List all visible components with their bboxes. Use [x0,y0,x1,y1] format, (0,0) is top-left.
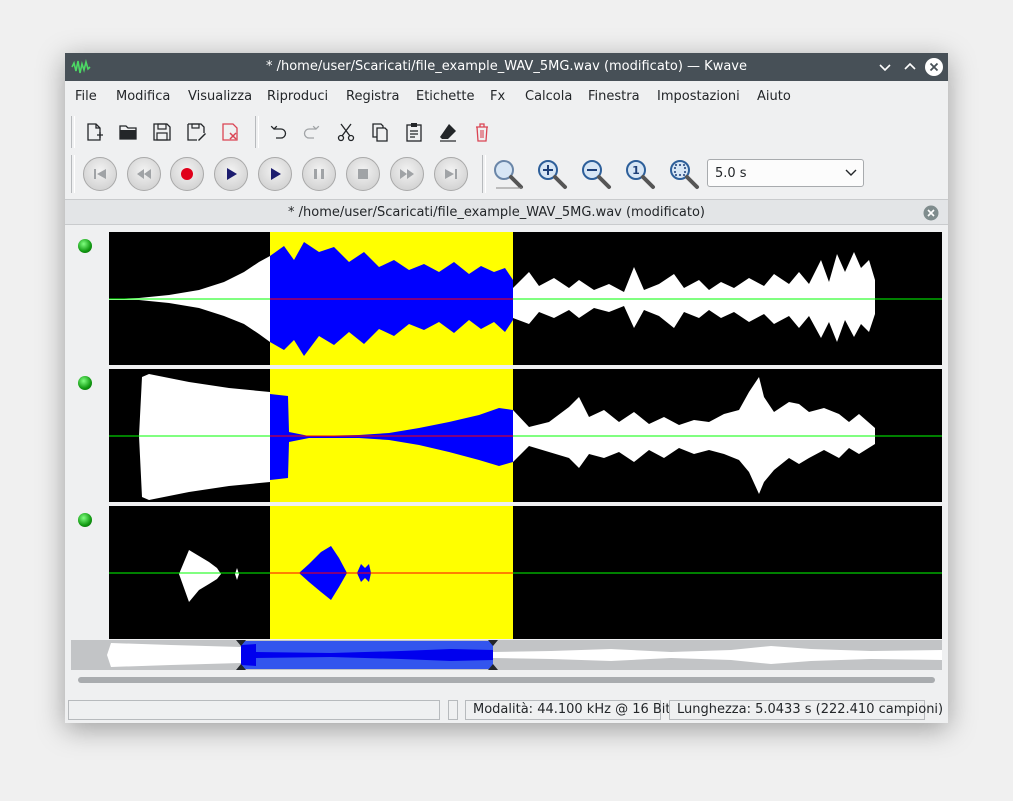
maximize-icon[interactable] [900,57,920,77]
kwave-window: * /home/user/Scaricati/file_example_WAV_… [65,53,948,723]
status-mode: Modalità: 44.100 kHz @ 16 Bit [465,700,671,720]
menu-modifica[interactable]: Modifica [116,89,170,104]
stop-icon [358,169,368,179]
zoom-select[interactable]: 5.0 s [707,159,864,187]
menu-finestra[interactable]: Finestra [588,89,640,104]
menu-registra[interactable]: Registra [346,89,400,104]
status-bar: Modalità: 44.100 kHz @ 16 Bit Lunghezza:… [65,697,948,723]
toolbar-grip[interactable] [71,116,75,148]
toolbar-grip[interactable] [71,155,75,193]
chevron-down-icon [845,169,857,176]
menu-impostazioni[interactable]: Impostazioni [657,89,740,104]
menu-fx[interactable]: Fx [490,89,505,104]
save-icon[interactable] [151,121,173,143]
status-length: Lunghezza: 5.0433 s (222.410 campioni) [669,700,943,720]
horizontal-scrollbar[interactable] [78,677,935,683]
toolbar-separator [482,155,486,193]
signal-view[interactable] [109,232,942,639]
rewind-icon [137,169,151,179]
overview-strip[interactable] [71,640,942,670]
copy-icon[interactable] [369,121,391,143]
forward-icon [400,169,414,179]
menu-riproduci[interactable]: Riproduci [267,89,328,104]
minimize-icon[interactable] [875,57,895,77]
track-1-enable-led[interactable] [78,239,92,253]
open-folder-icon[interactable] [117,121,139,143]
zoom-in-icon[interactable] [534,156,570,192]
window-title: * /home/user/Scaricati/file_example_WAV_… [265,59,748,74]
pause-icon [314,169,324,179]
menu-bar: File Modifica Visualizza Riproduci Regis… [65,81,948,113]
menu-aiuto[interactable]: Aiuto [757,89,791,104]
save-as-icon[interactable] [185,121,207,143]
loop-play-button[interactable] [258,157,292,191]
menu-calcola[interactable]: Calcola [525,89,572,104]
edit-toolbar [65,113,948,151]
cut-icon[interactable] [335,121,357,143]
toolbar-separator [255,116,259,148]
undo-icon[interactable] [267,121,289,143]
document-title: * /home/user/Scaricati/file_example_WAV_… [288,205,705,220]
skip-to-end-icon [445,169,457,179]
play-button[interactable] [214,157,248,191]
status-message [68,700,440,720]
title-bar: * /home/user/Scaricati/file_example_WAV_… [65,53,948,81]
pause-button [302,157,336,191]
redo-icon [301,121,323,143]
zoom-100-icon[interactable]: 1 [622,156,658,192]
skip-to-end-button [434,157,468,191]
delete-icon[interactable] [471,121,493,143]
track-2-waveform[interactable] [109,369,942,502]
close-document-icon[interactable] [923,205,939,221]
track-2-enable-led[interactable] [78,376,92,390]
record-icon [181,168,193,180]
zoom-value: 5.0 s [715,166,747,181]
menu-etichette[interactable]: Etichette [416,89,475,104]
close-file-icon[interactable] [219,121,241,143]
svg-text:1: 1 [632,164,640,177]
skip-to-start-icon [94,169,106,179]
menu-file[interactable]: File [75,89,97,104]
document-tab[interactable]: * /home/user/Scaricati/file_example_WAV_… [65,199,948,225]
stop-button [346,157,380,191]
track-1-waveform[interactable] [109,232,942,365]
status-separator [448,700,458,720]
menu-visualizza[interactable]: Visualizza [188,89,252,104]
close-window-icon[interactable] [924,57,944,77]
rewind-button [127,157,161,191]
skip-to-start-button [83,157,117,191]
play-icon [227,168,237,180]
track-3-enable-led[interactable] [78,513,92,527]
record-button[interactable] [170,157,204,191]
zoom-selection-icon[interactable] [490,156,526,192]
erase-icon[interactable] [437,121,459,143]
loop-play-icon [271,168,281,180]
track-3-waveform[interactable] [109,506,942,639]
paste-icon[interactable] [403,121,425,143]
zoom-all-icon[interactable] [666,156,702,192]
forward-button [390,157,424,191]
zoom-out-icon[interactable] [578,156,614,192]
new-file-icon[interactable] [83,121,105,143]
